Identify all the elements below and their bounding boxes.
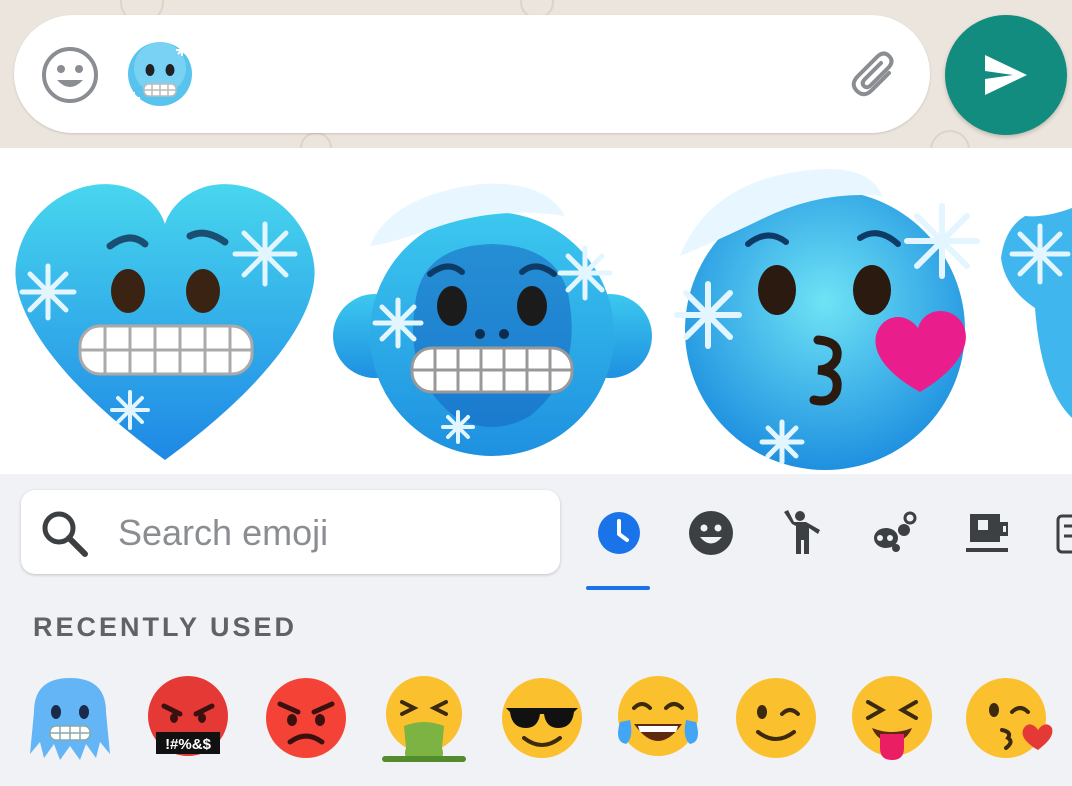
send-button[interactable]	[945, 15, 1067, 135]
emoji-angry-face[interactable]	[260, 672, 352, 764]
emoji-face-with-symbols-on-mouth[interactable]: !#%&$	[142, 672, 234, 764]
tab-recent-clock-icon[interactable]	[594, 508, 644, 558]
section-title: RECENTLY USED	[33, 612, 298, 642]
frozen-heart-sticker[interactable]	[10, 176, 320, 466]
tab-food-drink-icon[interactable]	[962, 508, 1012, 558]
emoji-face-with-tears-of-joy[interactable]	[612, 672, 704, 764]
selected-tab-indicator	[586, 586, 650, 590]
frozen-kissing-face-sticker[interactable]	[670, 160, 980, 470]
emoji-face-blowing-a-kiss[interactable]	[962, 672, 1054, 764]
emoji-search-box[interactable]	[21, 490, 560, 574]
emoji-vomiting-face[interactable]	[378, 672, 470, 764]
cold-face-emoji	[122, 38, 198, 110]
frozen-monkey-sticker[interactable]	[330, 176, 655, 474]
sticker-suggestions	[0, 148, 1072, 474]
frozen-partial-sticker[interactable]	[995, 208, 1072, 418]
emoji-cold-face[interactable]	[24, 672, 116, 764]
emoji-smiling-face-with-sunglasses[interactable]	[496, 672, 588, 764]
compose-area	[0, 0, 1072, 148]
search-input[interactable]	[116, 504, 540, 562]
emoji-winking-face[interactable]	[730, 672, 822, 764]
tab-people-icon[interactable]	[778, 508, 828, 558]
wallpaper-doodle	[930, 130, 970, 148]
tab-smileys-icon[interactable]	[686, 508, 736, 558]
symbols-text: !#%&$	[165, 736, 212, 753]
wallpaper-doodle	[300, 132, 332, 148]
tab-travel-icon[interactable]	[1054, 508, 1072, 558]
search-icon	[42, 511, 88, 557]
smiley-face-icon[interactable]	[40, 45, 100, 105]
tab-animals-nature-icon[interactable]	[870, 508, 920, 558]
paperclip-icon[interactable]	[845, 45, 905, 105]
send-arrow-icon	[985, 55, 1027, 95]
emoji-squinting-face-with-tongue[interactable]	[846, 672, 938, 764]
